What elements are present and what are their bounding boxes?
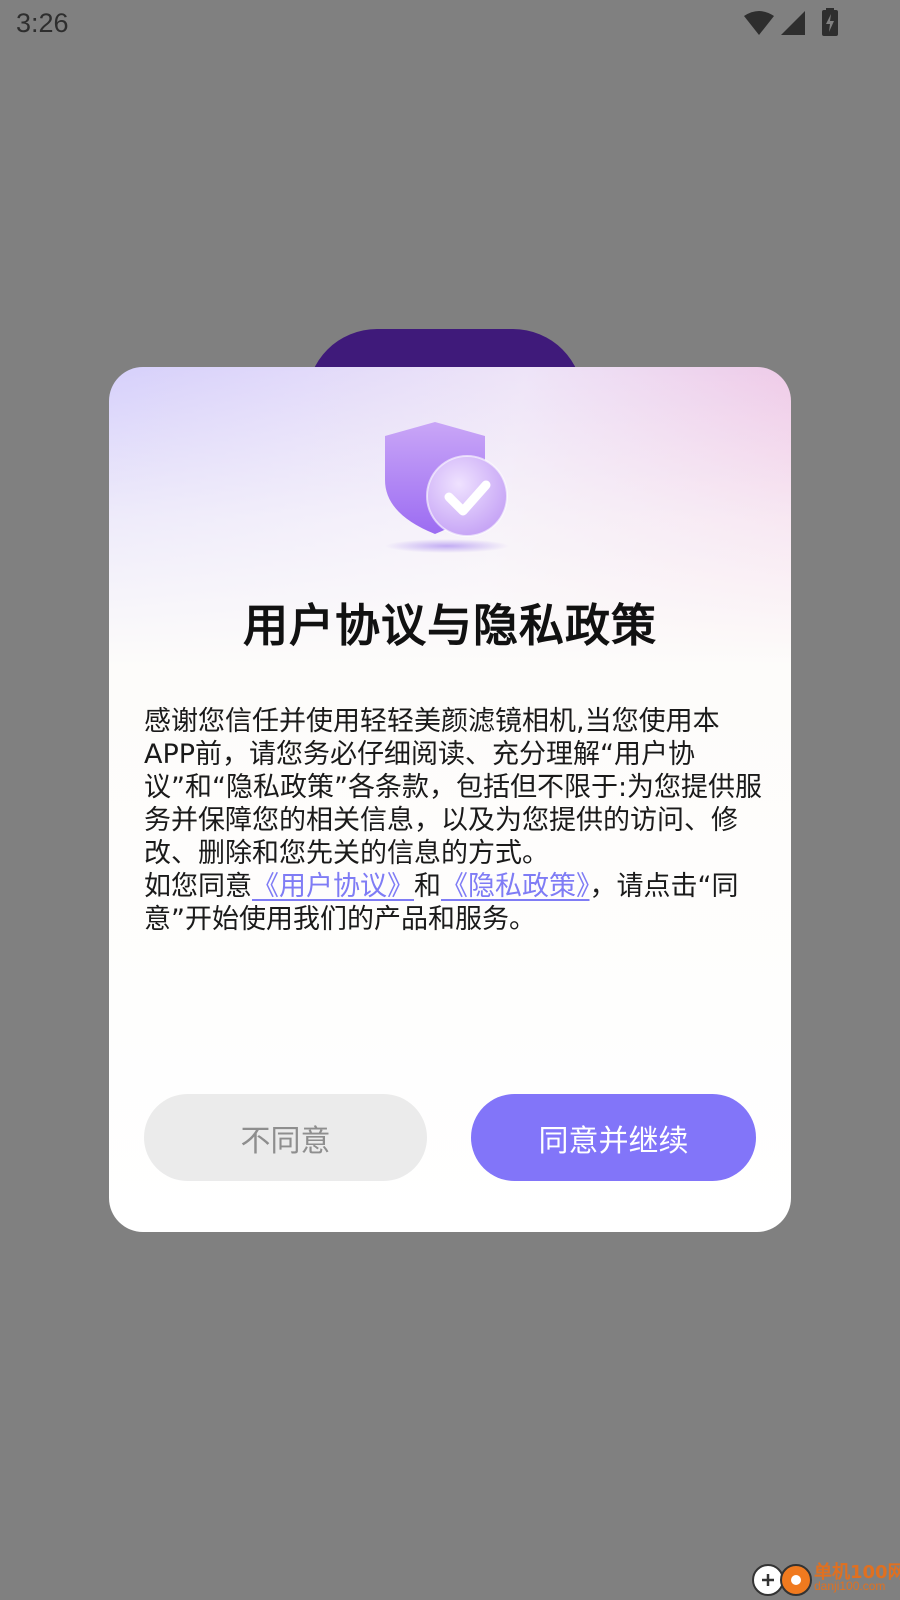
body-p2-prefix: 如您同意 — [144, 871, 252, 902]
agree-continue-button[interactable]: 同意并继续 — [471, 1094, 756, 1181]
shield-check-icon — [379, 422, 519, 562]
privacy-dialog: 用户协议与隐私政策 感谢您信任并使用轻轻美颜滤镜相机,当您使用本APP前，请您务… — [109, 367, 791, 1232]
dialog-title: 用户协议与隐私政策 — [242, 599, 657, 652]
cellular-signal-icon — [781, 11, 805, 35]
status-time: 3:26 — [16, 8, 69, 38]
battery-charging-icon — [822, 8, 838, 36]
status-bar: 3:26 — [0, 0, 900, 50]
watermark: 单机100网 danji100.com — [752, 1558, 900, 1600]
body-p2-and: 和 — [414, 871, 441, 902]
body-paragraph-2: 如您同意《用户协议》和《隐私政策》，请点击“同意”开始使用我们的产品和服务。 — [144, 870, 764, 936]
watermark-url: danji100.com — [814, 1579, 886, 1593]
watermark-logo-icon — [752, 1564, 812, 1596]
disagree-button[interactable]: 不同意 — [144, 1094, 427, 1181]
user-agreement-link[interactable]: 《用户协议》 — [252, 871, 414, 902]
wifi-icon — [744, 11, 774, 35]
body-paragraph-1: 感谢您信任并使用轻轻美颜滤镜相机,当您使用本APP前，请您务必仔细阅读、充分理解… — [144, 706, 763, 869]
privacy-policy-link[interactable]: 《隐私政策》 — [441, 871, 590, 902]
dialog-body: 感谢您信任并使用轻轻美颜滤镜相机,当您使用本APP前，请您务必仔细阅读、充分理解… — [144, 705, 764, 936]
